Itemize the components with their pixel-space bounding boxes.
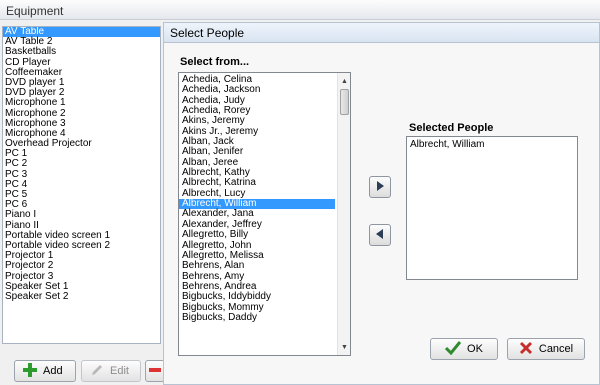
- scroll-thumb[interactable]: [340, 89, 349, 115]
- ok-button[interactable]: OK: [430, 338, 498, 360]
- select-from-rows: Achedia, Celina Achedia, Jackson Achedia, …: [179, 73, 335, 323]
- scroll-up-icon[interactable]: ▲: [338, 74, 350, 88]
- x-icon: [519, 341, 533, 358]
- add-button[interactable]: Add: [14, 360, 76, 382]
- dialog-title-bar: Select People: [164, 23, 599, 43]
- pencil-icon: [90, 363, 104, 380]
- plus-icon: [23, 362, 37, 380]
- arrow-right-icon: [374, 180, 386, 195]
- select-from-label: Select from...: [180, 56, 250, 68]
- ok-button-label: OK: [467, 343, 483, 355]
- delete-button[interactable]: [145, 360, 165, 382]
- equipment-title: Equipment: [6, 4, 64, 18]
- scroll-down-icon[interactable]: ▼: [338, 340, 350, 354]
- add-button-label: Add: [43, 365, 63, 377]
- equipment-list-item[interactable]: Speaker Set 2: [3, 291, 160, 302]
- dialog-title: Select People: [170, 26, 245, 40]
- selected-person-item[interactable]: Albrecht, William: [407, 137, 577, 150]
- selected-people-label: Selected People: [409, 122, 494, 134]
- person-list-item[interactable]: Allegretto, Billy: [179, 229, 335, 240]
- selected-people-list[interactable]: Albrecht, William: [406, 136, 578, 280]
- person-list-item[interactable]: Behrens, Alan: [179, 261, 335, 271]
- remove-person-button[interactable]: [369, 224, 391, 246]
- edit-button-label: Edit: [110, 365, 129, 377]
- add-person-button[interactable]: [369, 176, 391, 198]
- checkmark-icon: [444, 340, 462, 358]
- equipment-list-item[interactable]: Microphone 1: [3, 98, 160, 108]
- person-list-item[interactable]: Bigbucks, Daddy: [179, 312, 335, 323]
- vertical-scrollbar[interactable]: ▲ ▼: [337, 73, 350, 355]
- equipment-list[interactable]: AV Table AV Table 2 Basketballs CD Player Co…: [2, 26, 161, 344]
- cancel-button[interactable]: Cancel: [507, 338, 585, 360]
- select-from-list[interactable]: Achedia, Celina Achedia, Jackson Achedia, …: [178, 72, 351, 356]
- arrow-left-icon: [374, 228, 386, 243]
- minus-icon: [149, 364, 161, 379]
- cancel-button-label: Cancel: [538, 343, 574, 355]
- equipment-header: Equipment: [0, 0, 600, 20]
- person-list-item[interactable]: Bigbucks, Iddybiddy: [179, 292, 335, 302]
- select-people-dialog: Select People Select from... Achedia, Ce…: [163, 22, 600, 385]
- equipment-list-item[interactable]: Projector 2: [3, 261, 160, 271]
- edit-button[interactable]: Edit: [81, 360, 141, 382]
